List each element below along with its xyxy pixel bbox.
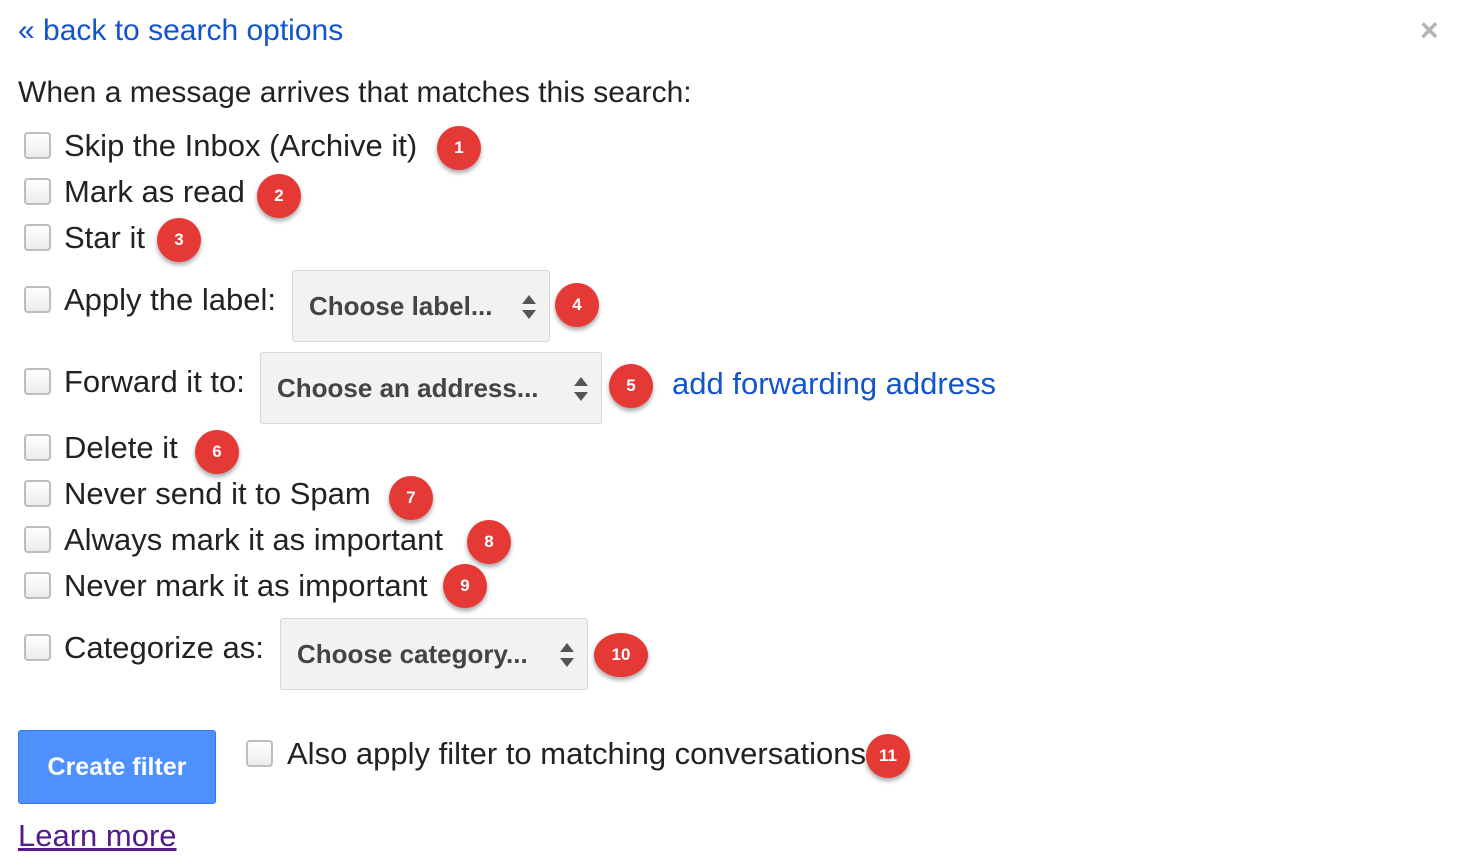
up-down-arrows-icon <box>560 643 574 667</box>
delete-it-label: Delete it <box>64 430 178 465</box>
apply-label-checkbox[interactable] <box>24 286 51 313</box>
categorize-checkbox[interactable] <box>24 634 51 661</box>
category-select[interactable]: Choose category... <box>280 618 588 690</box>
also-apply-checkbox[interactable] <box>246 740 273 767</box>
annotation-badge-9: 9 <box>443 564 487 608</box>
option-star-row: Star it 3 <box>0 218 600 262</box>
categorize-label: Categorize as: <box>64 630 264 665</box>
never-important-label: Never mark it as important <box>64 568 428 603</box>
annotation-badge-3: 3 <box>157 218 201 262</box>
never-spam-label: Never send it to Spam <box>64 476 371 511</box>
annotation-badge-8: 8 <box>467 520 511 564</box>
annotation-badge-1: 1 <box>437 126 481 170</box>
option-mark-read-row: Mark as read 2 <box>0 174 600 218</box>
forward-label: Forward it to: <box>64 364 245 399</box>
never-important-checkbox[interactable] <box>24 572 51 599</box>
skip-inbox-label: Skip the Inbox (Archive it) <box>64 128 418 163</box>
forward-address-select-value: Choose an address... <box>277 372 539 403</box>
up-down-arrows-icon <box>574 377 588 401</box>
mark-read-checkbox[interactable] <box>24 178 51 205</box>
option-always-important-row: Always mark it as important 8 <box>0 520 600 564</box>
annotation-badge-2: 2 <box>257 174 301 218</box>
skip-inbox-checkbox[interactable] <box>24 132 51 159</box>
forward-address-select[interactable]: Choose an address... <box>260 352 602 424</box>
label-select-value: Choose label... <box>309 290 493 321</box>
learn-more-link[interactable]: Learn more <box>18 818 177 854</box>
label-select[interactable]: Choose label... <box>292 270 550 342</box>
star-it-checkbox[interactable] <box>24 224 51 251</box>
close-icon[interactable]: × <box>1420 12 1439 48</box>
forward-checkbox[interactable] <box>24 368 51 395</box>
back-to-search-options-link[interactable]: « back to search options <box>18 14 343 48</box>
star-it-label: Star it <box>64 220 145 255</box>
up-down-arrows-icon <box>522 295 536 319</box>
apply-label-label: Apply the label: <box>64 282 276 317</box>
annotation-badge-11: 11 <box>866 734 910 778</box>
category-select-value: Choose category... <box>297 638 528 669</box>
annotation-badge-6: 6 <box>195 430 239 474</box>
add-forwarding-address-link[interactable]: add forwarding address <box>672 366 996 402</box>
annotation-badge-10: 10 <box>594 633 648 677</box>
mark-read-label: Mark as read <box>64 174 245 209</box>
option-never-spam-row: Never send it to Spam 7 <box>0 476 600 520</box>
also-apply-label: Also apply filter to matching conversati… <box>287 736 875 771</box>
also-apply-row: Also apply filter to matching conversati… <box>0 734 1000 778</box>
annotation-badge-5: 5 <box>609 364 653 408</box>
annotation-badge-4: 4 <box>555 283 599 327</box>
option-skip-inbox-row: Skip the Inbox (Archive it) 1 <box>0 126 600 170</box>
always-important-label: Always mark it as important <box>64 522 443 557</box>
delete-it-checkbox[interactable] <box>24 434 51 461</box>
option-delete-row: Delete it 6 <box>0 430 600 474</box>
annotation-badge-7: 7 <box>389 476 433 520</box>
option-never-important-row: Never mark it as important 9 <box>0 564 600 608</box>
always-important-checkbox[interactable] <box>24 526 51 553</box>
filter-intro-text: When a message arrives that matches this… <box>18 76 692 109</box>
never-spam-checkbox[interactable] <box>24 480 51 507</box>
